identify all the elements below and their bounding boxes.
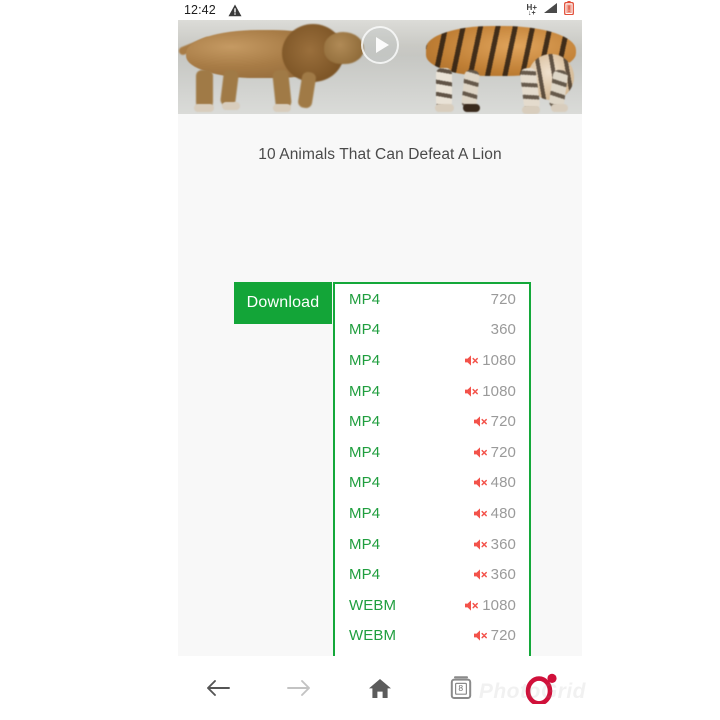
muted-speaker-icon xyxy=(464,354,479,367)
format-label: MP4 xyxy=(349,443,381,461)
nav-tabs-button[interactable]: 8 xyxy=(420,656,501,720)
format-label: MP4 xyxy=(349,504,381,522)
format-option-meta: 480 xyxy=(473,505,516,522)
format-label: MP4 xyxy=(349,566,381,584)
format-label: WEBM xyxy=(349,596,397,614)
format-option-meta: 480 xyxy=(473,474,516,491)
format-option-meta: 360 xyxy=(473,566,516,583)
resolution-label: 720 xyxy=(490,413,516,431)
arrow-left-icon xyxy=(207,680,231,696)
resolution-label: 360 xyxy=(490,321,516,339)
status-bar: 12:42 H+ ↓​+ xyxy=(178,0,582,20)
format-option-meta: 360 xyxy=(473,536,516,553)
resolution-label: 360 xyxy=(490,535,516,553)
opera-logo-icon xyxy=(525,673,557,704)
nav-opera-menu-button[interactable] xyxy=(501,656,582,720)
resolution-label: 360 xyxy=(490,566,516,584)
format-option-meta: 1080 xyxy=(464,352,516,369)
format-option-row[interactable]: MP4 480 xyxy=(335,467,529,499)
resolution-label: 480 xyxy=(490,504,516,522)
muted-speaker-icon xyxy=(464,599,479,612)
format-label: MP4 xyxy=(349,474,381,492)
format-option-list: MP4 720 MP4 360 MP4 1080 MP4 1080 MP4 720 MP4 720 MP… xyxy=(335,284,529,713)
format-label: MP4 xyxy=(349,290,381,308)
format-option-row[interactable]: MP4 360 xyxy=(335,528,529,560)
video-thumbnail[interactable] xyxy=(178,20,582,114)
muted-speaker-icon xyxy=(464,385,479,398)
format-option-meta: 720 xyxy=(473,413,516,430)
format-option-row[interactable]: MP4 360 xyxy=(335,314,529,346)
download-button[interactable]: Download xyxy=(234,282,332,324)
format-label: MP4 xyxy=(349,535,381,553)
format-option-meta: 1080 xyxy=(464,597,516,614)
browser-bottom-nav: 8 xyxy=(178,656,582,720)
format-option-row[interactable]: MP4 720 xyxy=(335,284,529,315)
resolution-label: 720 xyxy=(490,443,516,461)
resolution-label: 720 xyxy=(490,290,516,308)
signal-bars-icon xyxy=(543,1,558,19)
network-type-indicator: H+ ↓​+ xyxy=(527,3,537,17)
screenshot-root: 12:42 H+ ↓​+ xyxy=(0,0,720,720)
format-option-row[interactable]: MP4 1080 xyxy=(335,375,529,407)
resolution-label: 1080 xyxy=(482,382,516,400)
warning-triangle-icon xyxy=(228,4,242,17)
format-option-row[interactable]: MP4 720 xyxy=(335,406,529,437)
format-dropdown[interactable]: MP4 720 MP4 360 MP4 1080 MP4 1080 MP4 720 MP4 720 MP… xyxy=(333,282,531,720)
nav-back-button[interactable] xyxy=(178,656,259,720)
format-label: MP4 xyxy=(349,382,381,400)
format-option-row[interactable]: MP4 480 xyxy=(335,498,529,529)
muted-speaker-icon xyxy=(473,629,488,642)
format-option-row[interactable]: WEBM 720 xyxy=(335,620,529,652)
resolution-label: 1080 xyxy=(482,351,516,369)
nav-forward-button[interactable] xyxy=(259,656,340,720)
battery-low-icon xyxy=(564,0,574,20)
format-option-meta: 1080 xyxy=(464,383,516,400)
format-option-row[interactable]: MP4 360 xyxy=(335,559,529,590)
format-label: MP4 xyxy=(349,413,381,431)
home-icon xyxy=(368,678,391,698)
video-title: 10 Animals That Can Defeat A Lion xyxy=(258,146,502,163)
resolution-label: 1080 xyxy=(482,596,516,614)
muted-speaker-icon xyxy=(473,446,488,459)
format-option-meta: 360 xyxy=(491,321,516,338)
format-option-meta: 720 xyxy=(491,291,516,308)
format-option-row[interactable]: MP4 720 xyxy=(335,436,529,468)
tabs-count-label: 8 xyxy=(458,683,464,693)
resolution-label: 720 xyxy=(490,627,516,645)
status-right-group: H+ ↓​+ xyxy=(527,0,574,20)
play-button-icon[interactable] xyxy=(361,26,399,64)
nav-home-button[interactable] xyxy=(340,656,421,720)
format-label: WEBM xyxy=(349,627,397,645)
resolution-label: 480 xyxy=(490,474,516,492)
data-arrows-icon: ↓​+ xyxy=(527,9,536,17)
phone-viewport: 12:42 H+ ↓​+ xyxy=(178,0,585,720)
muted-speaker-icon xyxy=(473,415,488,428)
muted-speaker-icon xyxy=(473,538,488,551)
format-label: MP4 xyxy=(349,321,381,339)
muted-speaker-icon xyxy=(473,507,488,520)
format-option-meta: 720 xyxy=(473,444,516,461)
format-option-meta: 720 xyxy=(473,627,516,644)
format-label: MP4 xyxy=(349,351,381,369)
arrow-right-icon xyxy=(287,680,311,696)
status-clock: 12:42 xyxy=(184,3,216,17)
muted-speaker-icon xyxy=(473,476,488,489)
page-content-card: 10 Animals That Can Defeat A Lion Downlo… xyxy=(178,114,582,720)
muted-speaker-icon xyxy=(473,568,488,581)
format-option-row[interactable]: WEBM 1080 xyxy=(335,589,529,621)
format-option-row[interactable]: MP4 1080 xyxy=(335,345,529,376)
download-control-group: Download MP4 720 MP4 360 MP4 1080 MP4 1080 MP4 72… xyxy=(234,282,531,720)
